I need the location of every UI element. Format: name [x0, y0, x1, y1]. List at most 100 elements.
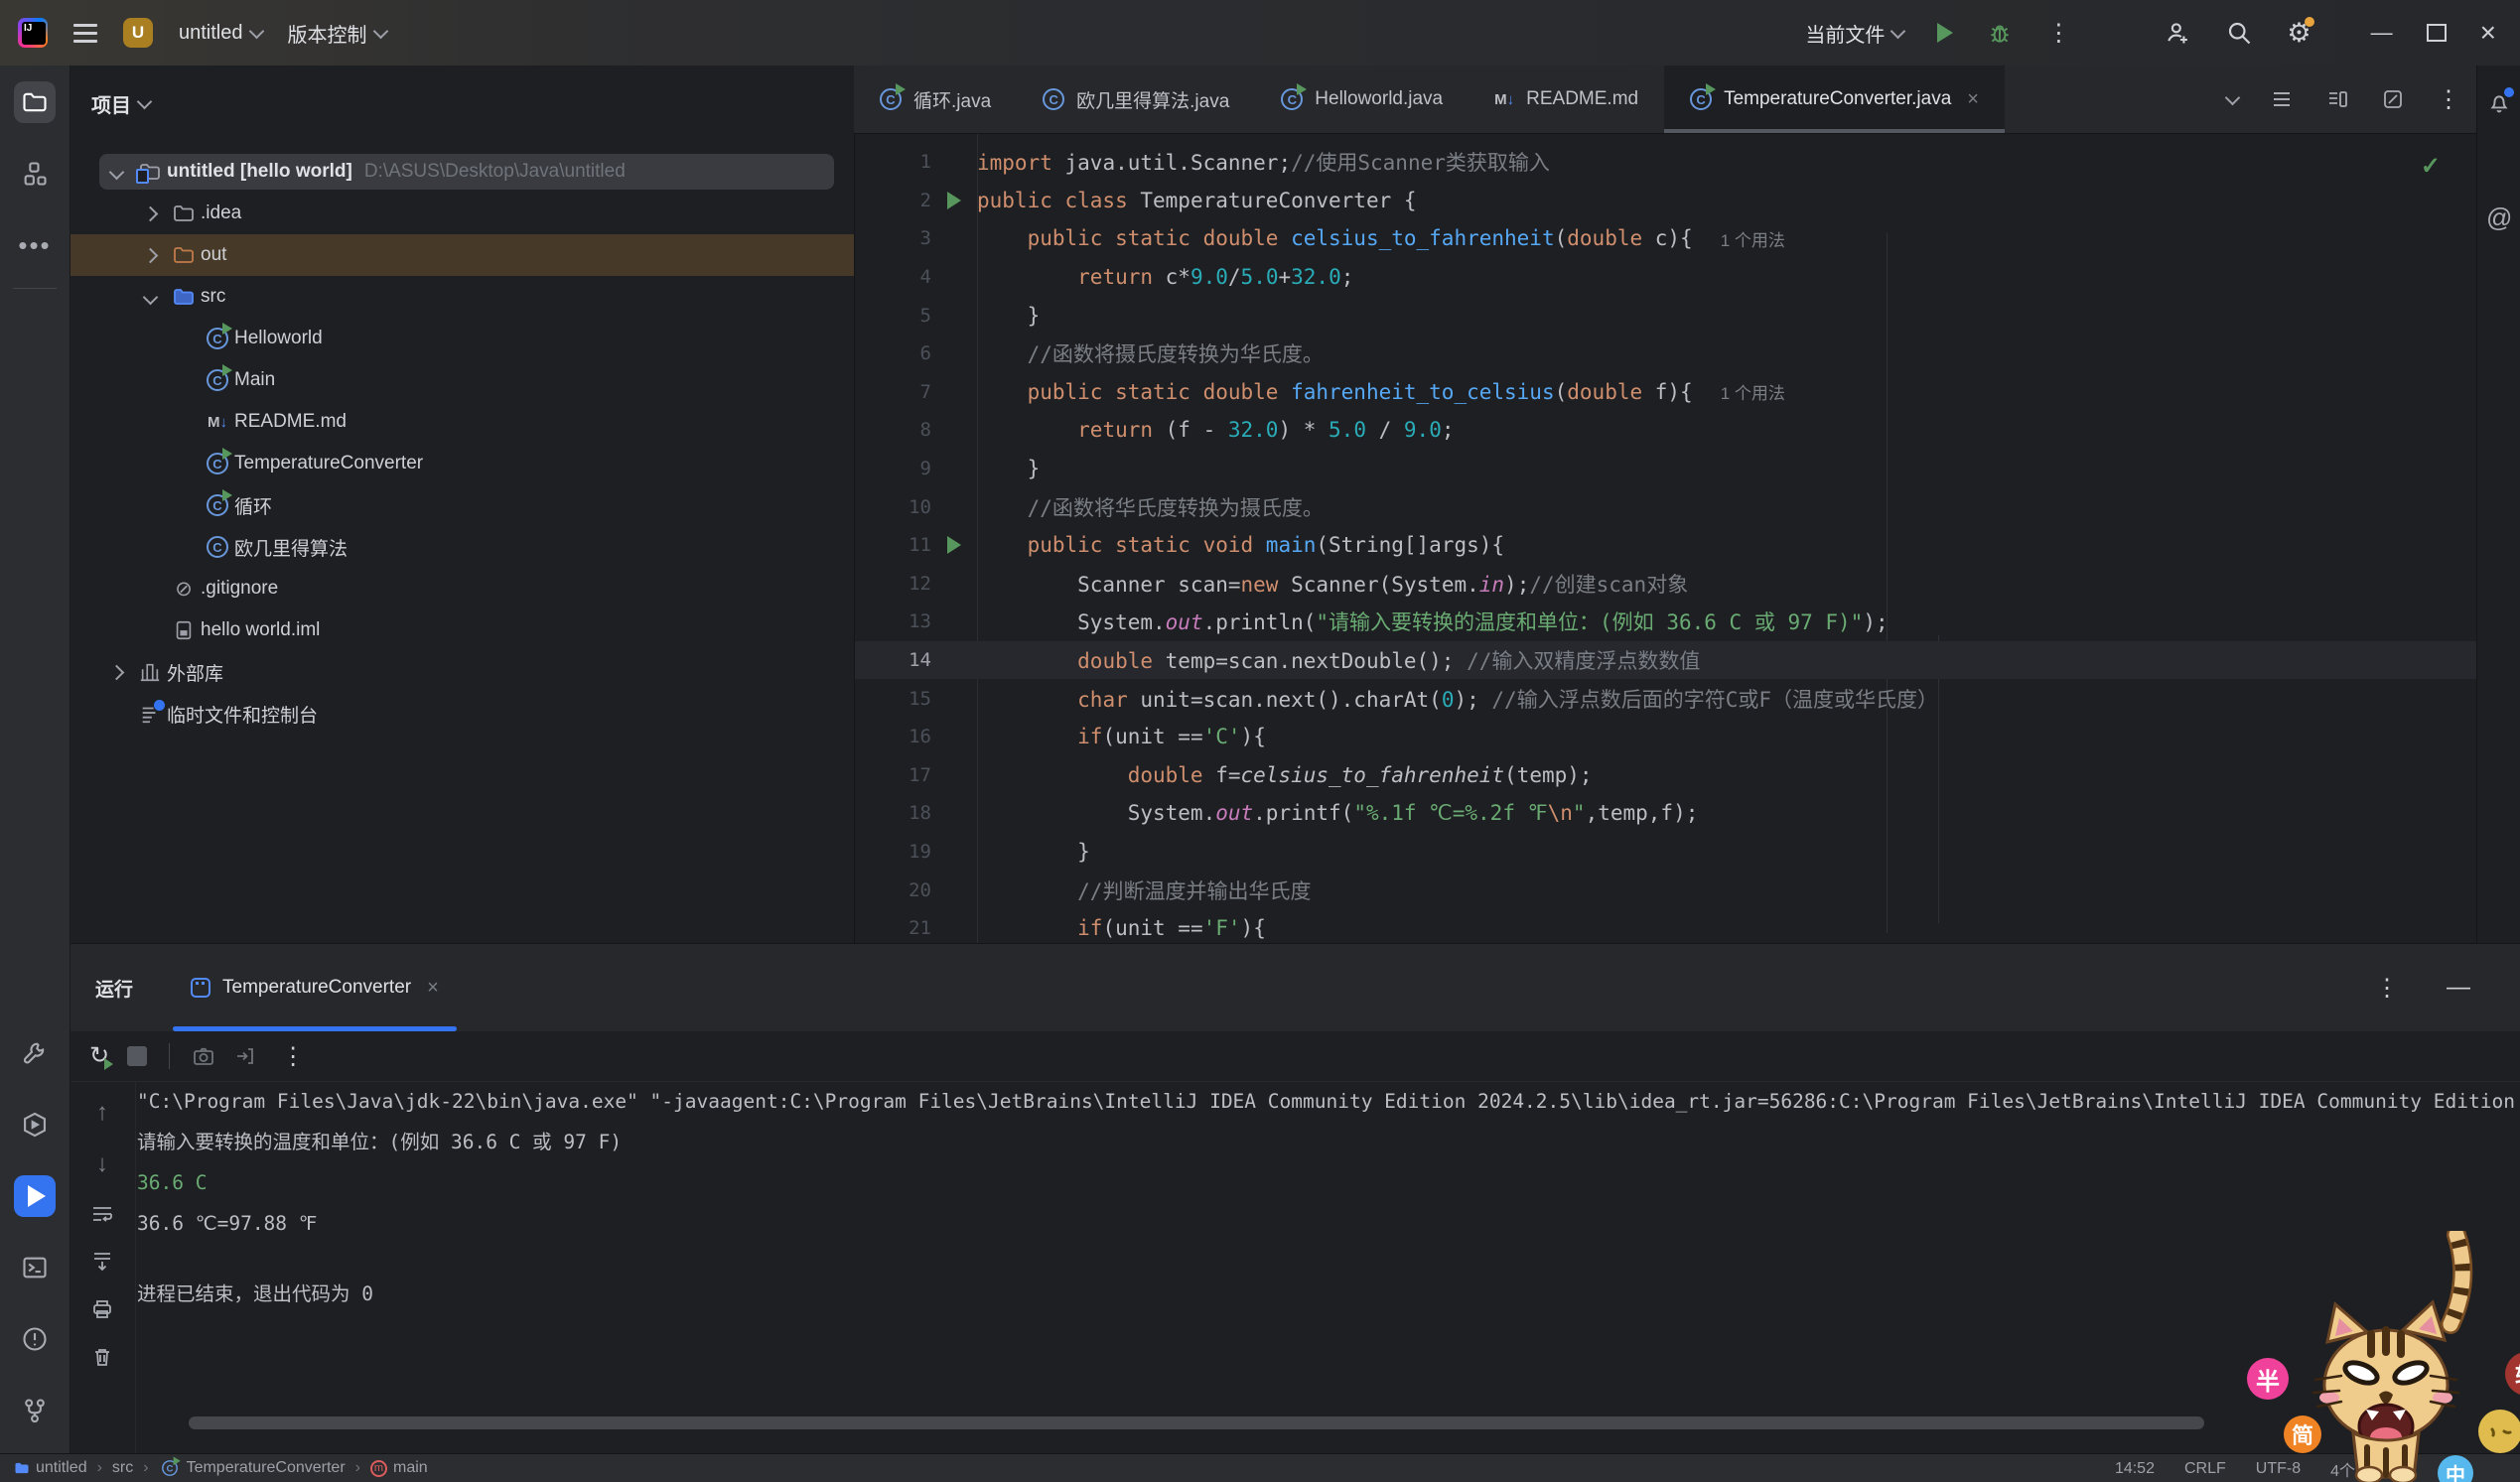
editor-tab[interactable]: C循环.java	[854, 66, 1017, 133]
code-line[interactable]: 20 //判断温度并输出华氏度	[854, 871, 2520, 909]
tree-item[interactable]: 临时文件和控制台	[70, 693, 854, 735]
inspections-ok-icon[interactable]: ✓	[2421, 152, 2441, 181]
tree-item[interactable]: src	[70, 276, 854, 318]
status-item[interactable]: UTF-8	[2256, 1460, 2301, 1478]
settings-button[interactable]: ⚙	[2287, 20, 2310, 47]
code-line[interactable]: 1import java.util.Scanner;//使用Scanner类获取…	[854, 143, 2520, 182]
activity-item-project[interactable]	[14, 81, 56, 123]
run-panel-options-icon[interactable]: ⋮	[2375, 974, 2399, 1003]
breadcrumb-item[interactable]: mmain	[370, 1459, 428, 1477]
code-line[interactable]: 4 return c*9.0/5.0+32.0;	[854, 258, 2520, 297]
activity-item-services[interactable]	[14, 1104, 56, 1145]
run-configuration-selector[interactable]: 当前文件	[1805, 19, 1903, 48]
soft-wrap-button[interactable]	[90, 1202, 114, 1226]
code-editor[interactable]: 1import java.util.Scanner;//使用Scanner类获取…	[854, 134, 2520, 943]
code-line[interactable]: 14 double temp=scan.nextDouble(); //输入双精…	[854, 641, 2520, 680]
breadcrumb-item[interactable]: src	[112, 1459, 133, 1477]
usage-inlay-hint[interactable]: 1 个用法	[1721, 379, 1785, 404]
print-button[interactable]	[90, 1297, 114, 1321]
tree-collapsed-chevron-icon[interactable]	[108, 664, 124, 680]
code-line[interactable]: 7 public static double fahrenheit_to_cel…	[854, 373, 2520, 412]
clear-console-button[interactable]	[90, 1345, 114, 1369]
code-line[interactable]: 11 public static void main(String[]args)…	[854, 526, 2520, 565]
activity-item-run[interactable]	[14, 1175, 56, 1217]
preview-layout-icon[interactable]	[2381, 87, 2405, 111]
search-everywhere-button[interactable]	[2225, 19, 2253, 47]
close-icon[interactable]: ×	[1967, 88, 1979, 111]
tree-item[interactable]: M↓README.md	[70, 401, 854, 443]
code-line[interactable]: 10 //函数将华氏度转换为摄氏度。	[854, 487, 2520, 526]
project-panel-header[interactable]: 项目	[70, 66, 854, 118]
debug-button[interactable]	[1987, 20, 2013, 46]
next-occurrence-button[interactable]: ↓	[96, 1150, 108, 1178]
code-with-me-button[interactable]	[2164, 19, 2191, 47]
minimize-button[interactable]: —	[2371, 20, 2393, 46]
tree-expanded-chevron-icon[interactable]	[108, 164, 124, 180]
tree-item[interactable]: CTemperatureConverter	[70, 443, 854, 484]
tree-item[interactable]: ⊘.gitignore	[70, 568, 854, 609]
code-line[interactable]: 3 public static double celsius_to_fahren…	[854, 219, 2520, 258]
screenshot-button[interactable]	[192, 1044, 215, 1068]
project-switcher[interactable]: untitled	[179, 22, 262, 45]
sort-lines-icon[interactable]	[2270, 87, 2294, 111]
main-menu-icon[interactable]	[73, 24, 97, 43]
tree-item[interactable]: untitled [hello world]D:\ASUS\Desktop\Ja…	[70, 151, 854, 193]
code-line[interactable]: 13 System.out.println("请输入要转换的温度和单位：(例如 …	[854, 603, 2520, 641]
run-gutter-icon[interactable]	[947, 536, 961, 554]
run-button[interactable]	[1937, 23, 1953, 43]
more-actions-icon[interactable]: ⋮	[2046, 19, 2070, 48]
activity-item-version-control[interactable]	[14, 1390, 56, 1431]
code-line[interactable]: 5 }	[854, 296, 2520, 335]
tree-collapsed-chevron-icon[interactable]	[142, 247, 158, 263]
tree-item[interactable]: C欧几里得算法	[70, 526, 854, 568]
console-hscrollbar[interactable]	[189, 1416, 2204, 1429]
code-line[interactable]: 6 //函数将摄氏度转换为华氏度。	[854, 335, 2520, 373]
prev-occurrence-button[interactable]: ↑	[96, 1099, 108, 1127]
vcs-menu[interactable]: 版本控制	[288, 19, 386, 48]
export-button[interactable]	[233, 1044, 257, 1068]
code-line[interactable]: 21 if(unit =='F'){	[854, 909, 2520, 943]
status-item[interactable]: 14:52	[2115, 1460, 2155, 1478]
status-item[interactable]: CRLF	[2184, 1460, 2226, 1478]
rerun-button[interactable]: ↻	[89, 1044, 109, 1068]
hide-panel-button[interactable]: —	[2447, 974, 2470, 1002]
close-icon[interactable]: ×	[427, 977, 439, 1000]
breadcrumb-item[interactable]: CTemperatureConverter	[159, 1457, 346, 1479]
code-line[interactable]: 18 System.out.printf("%.1f ℃=%.2f ℉\n",t…	[854, 794, 2520, 833]
tree-item[interactable]: .idea	[70, 193, 854, 234]
stop-button[interactable]	[127, 1046, 147, 1066]
code-line[interactable]: 19 }	[854, 833, 2520, 872]
breadcrumb-item[interactable]: untitled	[14, 1459, 87, 1477]
tab-options-icon[interactable]: ⋮	[2437, 85, 2460, 114]
tree-item[interactable]: CHelloworld	[70, 318, 854, 359]
split-editor-icon[interactable]	[2325, 87, 2349, 111]
editor-tab[interactable]: C欧几里得算法.java	[1017, 66, 1255, 133]
run-tab[interactable]: TemperatureConverter ×	[173, 944, 457, 1031]
close-button[interactable]: ×	[2480, 17, 2496, 49]
maximize-button[interactable]	[2427, 24, 2447, 42]
activity-item-terminal[interactable]	[14, 1247, 56, 1288]
console-options-icon[interactable]: ⋮	[281, 1042, 305, 1071]
tree-expanded-chevron-icon[interactable]	[142, 289, 158, 305]
run-gutter-icon[interactable]	[947, 192, 961, 209]
code-line[interactable]: 16 if(unit =='C'){	[854, 718, 2520, 756]
code-line[interactable]: 2public class TemperatureConverter {	[854, 182, 2520, 220]
tree-item[interactable]: 外部库	[70, 651, 854, 693]
usage-inlay-hint[interactable]: 1 个用法	[1721, 226, 1785, 251]
hidden-tabs-chevron-icon[interactable]	[2225, 89, 2241, 105]
code-line[interactable]: 12 Scanner scan=new Scanner(System.in);/…	[854, 565, 2520, 604]
code-line[interactable]: 17 double f=celsius_to_fahrenheit(temp);	[854, 756, 2520, 795]
activity-item-problems[interactable]	[14, 1318, 56, 1360]
ai-assistant-icon[interactable]: @	[2486, 202, 2512, 233]
activity-item-build[interactable]	[14, 1032, 56, 1074]
editor-tab[interactable]: CHelloworld.java	[1255, 66, 1469, 133]
activity-item-more[interactable]: •••	[14, 224, 56, 266]
code-line[interactable]: 15 char unit=scan.next().charAt(0); //输入…	[854, 679, 2520, 718]
code-line[interactable]: 9 }	[854, 450, 2520, 488]
code-line[interactable]: 8 return (f - 32.0) * 5.0 / 9.0;	[854, 411, 2520, 450]
tree-item[interactable]: hello world.iml	[70, 609, 854, 651]
tree-item[interactable]: out	[70, 234, 854, 276]
tree-item[interactable]: C循环	[70, 484, 854, 526]
editor-tab[interactable]: CTemperatureConverter.java×	[1664, 66, 2005, 133]
activity-item-structure[interactable]	[14, 153, 56, 195]
